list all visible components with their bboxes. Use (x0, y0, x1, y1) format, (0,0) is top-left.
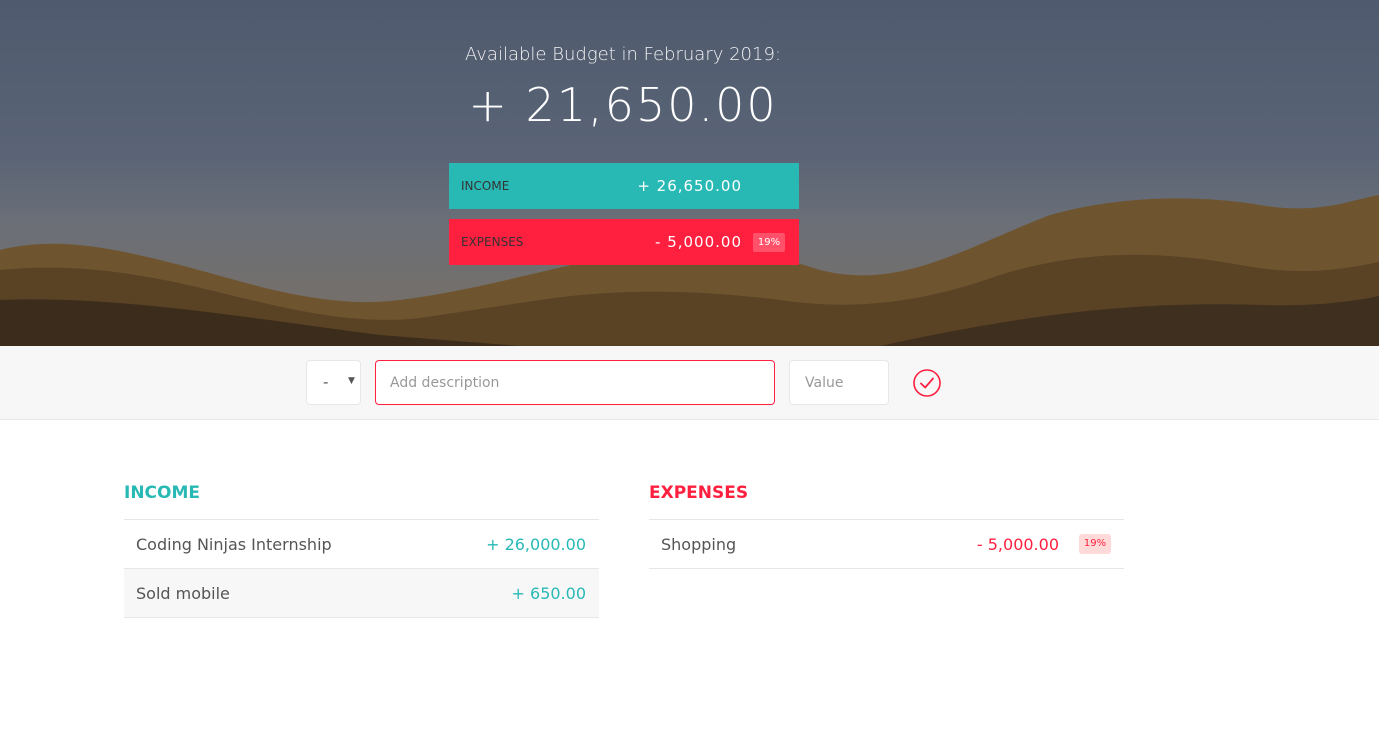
item-value: + 650.00 (511, 584, 586, 603)
chevron-down-icon: ▼ (348, 376, 355, 386)
income-list-title: INCOME (124, 480, 599, 520)
expenses-summary: EXPENSES - 5,000.00 19% (449, 219, 799, 265)
budget-header: Available Budget in February 2019: + 21,… (0, 0, 1379, 346)
item-value: + 26,000.00 (486, 535, 586, 554)
income-list: INCOME Coding Ninjas Internship + 26,000… (124, 480, 599, 618)
budget-title: Available Budget in February 2019: (465, 44, 781, 65)
income-item[interactable]: Sold mobile + 650.00 (124, 569, 599, 618)
item-description: Sold mobile (136, 584, 230, 603)
item-value: - 5,000.00 (976, 535, 1059, 554)
budget-value: + 21,650.00 (468, 78, 778, 132)
checkmark-circle-icon (913, 369, 941, 397)
income-summary-value: + 26,650.00 (637, 177, 742, 195)
expense-item[interactable]: Shopping - 5,000.00 19% (649, 520, 1124, 569)
income-summary-label: INCOME (461, 179, 510, 193)
add-item-bar: - ▼ (0, 346, 1379, 420)
add-submit-button[interactable] (912, 368, 942, 398)
expenses-list-title: EXPENSES (649, 480, 1124, 520)
expenses-summary-label: EXPENSES (461, 235, 524, 249)
description-input[interactable] (375, 360, 775, 405)
expenses-percentage-badge: 19% (753, 233, 785, 252)
income-summary: INCOME + 26,650.00 (449, 163, 799, 209)
value-input[interactable] (789, 360, 889, 405)
expense-percentage-badge: 19% (1079, 534, 1111, 554)
type-select[interactable]: - ▼ (306, 360, 361, 405)
income-item[interactable]: Coding Ninjas Internship + 26,000.00 (124, 520, 599, 569)
type-select-value: - (323, 373, 329, 391)
expenses-summary-value: - 5,000.00 (655, 233, 742, 251)
item-description: Coding Ninjas Internship (136, 535, 332, 554)
item-description: Shopping (661, 535, 737, 554)
expenses-list: EXPENSES Shopping - 5,000.00 19% (649, 480, 1124, 569)
